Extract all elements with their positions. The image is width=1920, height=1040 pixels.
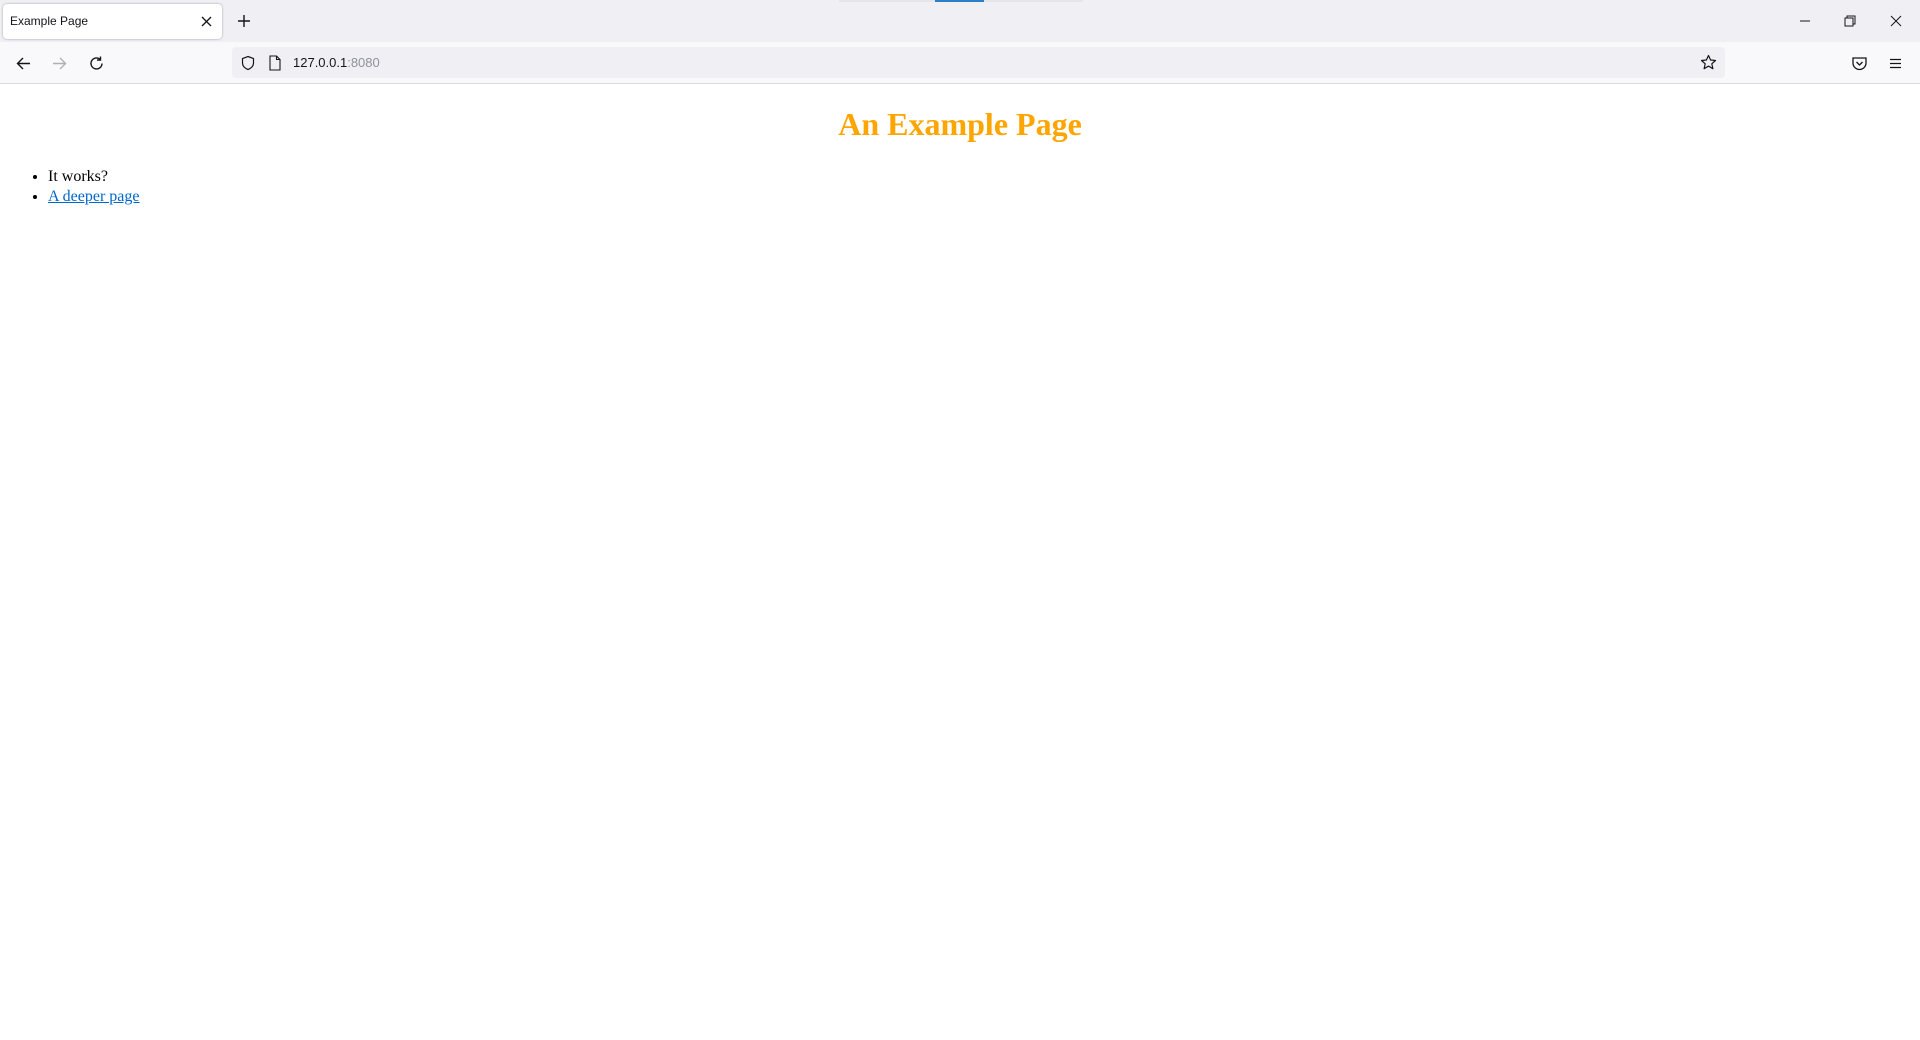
close-window-icon[interactable] xyxy=(1889,14,1903,28)
deeper-page-link[interactable]: A deeper page xyxy=(48,188,140,205)
tab-strip-indicator xyxy=(839,0,1083,2)
list-item: A deeper page xyxy=(48,187,1920,207)
tab-example-page[interactable]: Example Page xyxy=(3,4,222,39)
address-bar[interactable]: 127.0.0.1:8080 xyxy=(232,47,1725,78)
tab-strip-indicator-active xyxy=(935,0,984,2)
page-icon[interactable] xyxy=(268,55,282,71)
tab-title: Example Page xyxy=(10,14,89,28)
restore-icon[interactable] xyxy=(1843,14,1857,28)
pocket-icon[interactable] xyxy=(1851,55,1868,72)
url-host: 127.0.0.1 xyxy=(293,55,348,70)
list-item-text: It works? xyxy=(48,168,108,185)
hamburger-menu-icon[interactable] xyxy=(1887,55,1904,72)
navigation-toolbar: 127.0.0.1:8080 xyxy=(0,42,1920,84)
arrow-left-icon[interactable] xyxy=(15,55,32,72)
list-item: It works? xyxy=(48,167,1920,187)
tab-strip: Example Page xyxy=(0,0,1920,42)
star-icon[interactable] xyxy=(1700,54,1717,71)
page-content: An Example Page It works? A deeper page xyxy=(0,85,1920,1040)
item-list: It works? A deeper page xyxy=(0,167,1920,207)
url-port: :8080 xyxy=(347,55,380,70)
reload-icon[interactable] xyxy=(88,55,105,72)
page-title: An Example Page xyxy=(838,106,1082,142)
plus-icon[interactable] xyxy=(236,13,252,29)
minimize-icon[interactable] xyxy=(1798,14,1812,28)
close-icon[interactable] xyxy=(200,15,213,28)
arrow-right-icon[interactable] xyxy=(51,55,68,72)
shield-icon[interactable] xyxy=(240,55,256,71)
url-text[interactable]: 127.0.0.1:8080 xyxy=(293,55,380,70)
